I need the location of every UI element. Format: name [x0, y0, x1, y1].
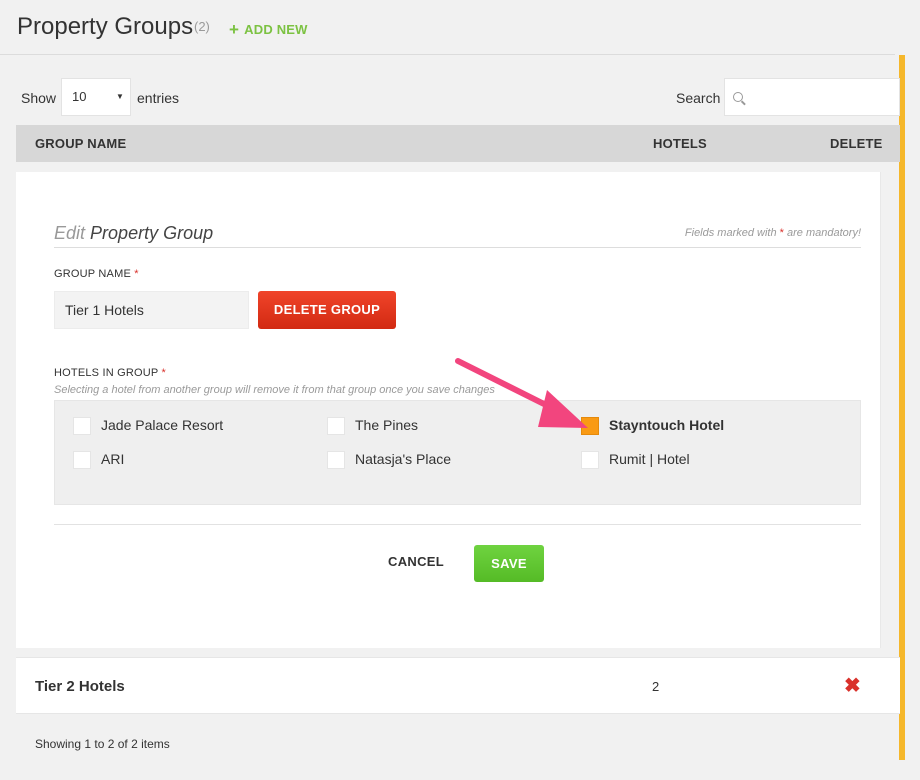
hotel-checkbox[interactable] [327, 417, 345, 435]
hotel-label: Stayntouch Hotel [609, 417, 725, 433]
hotel-checkbox[interactable] [327, 451, 345, 469]
required-star: * [134, 268, 139, 280]
group-name-input[interactable]: Tier 1 Hotels [54, 291, 249, 329]
delete-group-button[interactable]: DELETE GROUP [258, 291, 396, 329]
column-header-delete: DELETE [830, 136, 883, 151]
add-new-button[interactable]: + ADD NEW [229, 19, 308, 39]
mandatory-note-prefix: Fields marked with [684, 227, 777, 239]
save-button[interactable]: SAVE [474, 545, 544, 582]
hotel-label: Rumit | Hotel [609, 451, 690, 467]
plus-icon: + [229, 20, 240, 39]
hotel-label: ARI [101, 451, 125, 467]
group-name-cell[interactable]: Tier 2 Hotels [35, 678, 125, 695]
caret-down-icon: ▼ [116, 92, 124, 101]
column-header-hotels[interactable]: HOTELS [653, 136, 707, 151]
cancel-button[interactable]: CANCEL [378, 554, 454, 569]
column-header-group-name[interactable]: GROUP NAME [35, 136, 126, 151]
edit-heading: Edit Property Group [54, 223, 213, 244]
entries-value: 10 [72, 89, 87, 104]
table-row[interactable]: Tier 2 Hotels 2 ✖ [16, 657, 900, 714]
hotel-checkbox[interactable] [581, 451, 599, 469]
search-input[interactable] [724, 78, 900, 116]
edit-heading-light: Edit [54, 223, 86, 243]
hotel-label: Natasja's Place [355, 451, 452, 467]
hotels-in-group-label-text: HOTELS IN GROUP [54, 367, 159, 379]
page-title: Property Groups [17, 13, 194, 40]
group-name-label: GROUP NAME * [54, 268, 139, 280]
edit-heading-main: Property Group [90, 223, 214, 243]
heading-divider [54, 247, 861, 248]
required-star: * [779, 227, 784, 239]
search-label: Search [676, 90, 721, 106]
form-footer-divider [54, 524, 861, 525]
search-icon [733, 92, 743, 102]
hotel-checkbox[interactable] [581, 417, 599, 435]
hotel-label: Jade Palace Resort [101, 417, 224, 433]
hotel-checkbox[interactable] [73, 417, 91, 435]
required-star: * [161, 367, 167, 379]
mandatory-note-suffix: are mandatory! [787, 227, 861, 239]
entries-select[interactable]: 10 ▼ [61, 78, 131, 116]
entries-label: entries [137, 90, 180, 106]
show-label: Show [21, 90, 57, 106]
header-divider [0, 54, 895, 55]
panel-border [880, 172, 881, 648]
table-info: Showing 1 to 2 of 2 items [35, 737, 170, 751]
hotel-label: The Pines [355, 417, 419, 433]
hotel-checkbox[interactable] [73, 451, 91, 469]
hotels-in-group-label: HOTELS IN GROUP * [54, 367, 166, 379]
table-header: GROUP NAME HOTELS DELETE [16, 125, 900, 162]
group-count-badge: (2) [194, 19, 210, 34]
hotels-hint: Selecting a hotel from another group wil… [54, 384, 495, 396]
add-new-label: ADD NEW [244, 22, 308, 37]
hotels-count-cell: 2 [652, 679, 660, 694]
group-name-label-text: GROUP NAME [54, 268, 131, 280]
mandatory-note: Fields marked with * are mandatory! [620, 227, 861, 239]
hotels-checkbox-group [54, 400, 861, 505]
delete-x-icon[interactable]: ✖ [844, 673, 861, 698]
